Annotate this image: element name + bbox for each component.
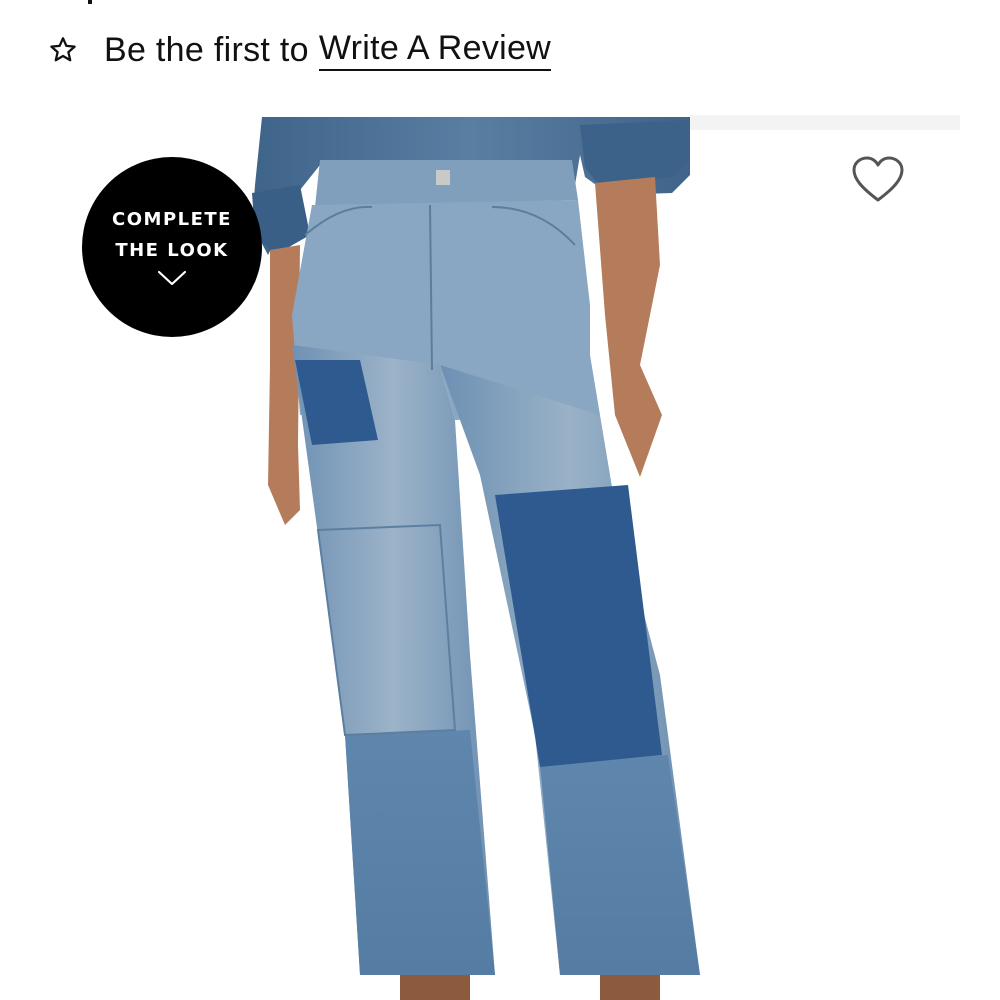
wishlist-button[interactable]	[850, 155, 906, 205]
complete-the-look-button[interactable]: COMPLETE THE LOOK	[82, 157, 262, 337]
complete-the-look-line2: THE LOOK	[115, 239, 229, 261]
right-arm	[595, 177, 662, 477]
jeans-right-hem	[540, 755, 700, 975]
star-outline-icon	[48, 35, 78, 65]
complete-the-look-line1: COMPLETE	[112, 208, 232, 230]
jeans-button	[436, 170, 450, 185]
review-prompt-text: Be the first to	[104, 30, 309, 69]
jeans-left-hem	[345, 730, 495, 975]
heart-outline-icon	[850, 156, 906, 209]
foot-left	[400, 975, 470, 1000]
chevron-down-icon	[157, 270, 187, 291]
foot-right	[600, 975, 660, 1000]
product-page: Be the first to Write A Review COMPLETE …	[0, 0, 1000, 1000]
cropped-title-fragment	[88, 0, 92, 4]
image-backdrop	[690, 115, 960, 130]
left-arm	[268, 245, 300, 525]
review-prompt-row: Be the first to Write A Review	[48, 28, 552, 72]
denim-patch-knee	[495, 485, 662, 767]
write-review-link[interactable]: Write A Review	[318, 29, 552, 71]
